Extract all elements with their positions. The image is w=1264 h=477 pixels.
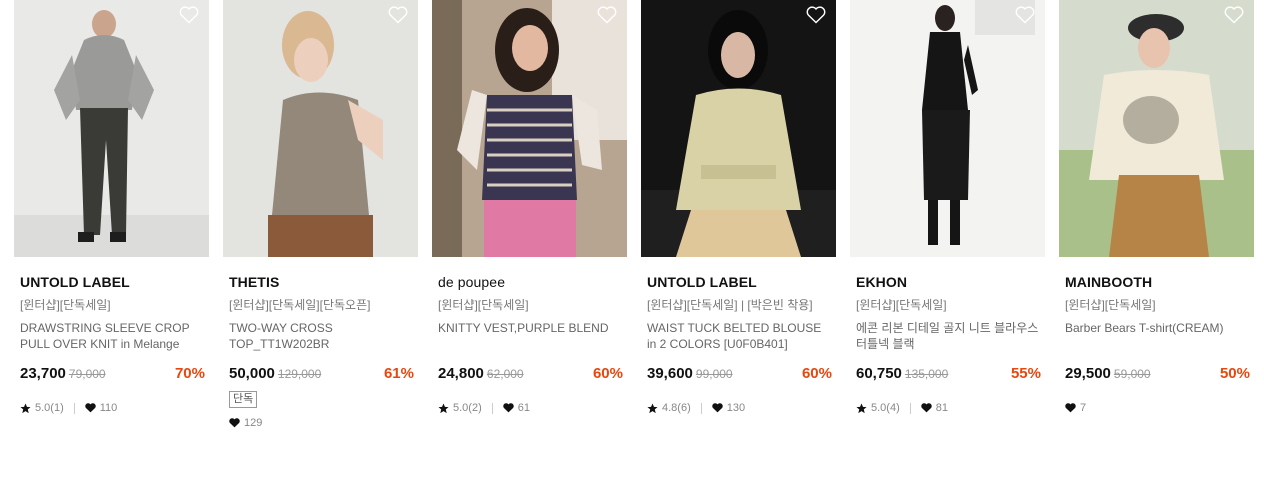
original-price: 79,000 bbox=[68, 367, 106, 381]
product-image[interactable] bbox=[223, 0, 418, 257]
sale-price: 29,500 bbox=[1065, 365, 1111, 382]
wishlist-heart-icon[interactable] bbox=[1015, 6, 1035, 24]
product-name[interactable]: 에콘 리본 디테일 골지 니트 블라우스 터틀넥 블랙 bbox=[850, 320, 1045, 352]
heart-filled-icon bbox=[503, 403, 514, 413]
wishlist-heart-icon[interactable] bbox=[1224, 6, 1244, 24]
product-image[interactable] bbox=[1059, 0, 1254, 257]
product-name[interactable]: Barber Bears T-shirt(CREAM) bbox=[1059, 320, 1254, 352]
like-count: 81 bbox=[935, 402, 948, 414]
discount-rate: 70% bbox=[174, 365, 205, 382]
brand-name[interactable]: EKHON bbox=[850, 273, 1045, 291]
product-card[interactable]: UNTOLD LABEL [윈터샵][단독세일] DRAWSTRING SLEE… bbox=[14, 0, 209, 415]
wishlist-heart-icon[interactable] bbox=[179, 6, 199, 24]
star-icon bbox=[20, 402, 31, 413]
wishlist-heart-icon[interactable] bbox=[597, 6, 617, 24]
heart-filled-icon bbox=[85, 403, 96, 413]
discount-rate: 55% bbox=[1010, 365, 1041, 382]
brand-name[interactable]: MAINBOOTH bbox=[1059, 273, 1254, 291]
product-name[interactable]: KNITTY VEST,PURPLE BLEND bbox=[432, 320, 627, 352]
price-row: 39,600 99,000 60% bbox=[641, 365, 836, 385]
sale-price: 60,750 bbox=[856, 365, 902, 382]
sale-price: 50,000 bbox=[229, 365, 275, 382]
product-name[interactable]: TWO-WAY CROSS TOP_TT1W202BR bbox=[223, 320, 418, 352]
product-meta: 5.0(2) 61 bbox=[432, 401, 627, 415]
brand-name[interactable]: UNTOLD LABEL bbox=[641, 273, 836, 291]
product-name[interactable]: DRAWSTRING SLEEVE CROP PULL OVER KNIT in… bbox=[14, 320, 209, 352]
divider bbox=[73, 402, 75, 414]
product-tags: [윈터샵][단독세일][단독오픈] bbox=[229, 298, 371, 312]
product-card[interactable]: UNTOLD LABEL [윈터샵][단독세일] | [박은빈 착용] WAIS… bbox=[641, 0, 836, 415]
divider bbox=[700, 402, 702, 414]
sale-price: 24,800 bbox=[438, 365, 484, 382]
original-price: 135,000 bbox=[904, 367, 949, 381]
product-tags: [윈터샵][단독세일] | [박은빈 착용] bbox=[647, 298, 813, 312]
brand-name[interactable]: THETIS bbox=[223, 273, 418, 291]
product-tags: [윈터샵][단독세일] bbox=[438, 298, 529, 312]
like-count: 130 bbox=[726, 402, 746, 414]
rating: 5.0(1) bbox=[35, 402, 64, 414]
like-count: 129 bbox=[244, 417, 263, 429]
like-count: 110 bbox=[99, 402, 118, 414]
product-meta: 129 bbox=[223, 416, 418, 430]
like-count: 61 bbox=[517, 402, 530, 414]
sale-price: 39,600 bbox=[647, 365, 693, 382]
product-card[interactable]: de poupee [윈터샵][단독세일] KNITTY VEST,PURPLE… bbox=[432, 0, 627, 415]
wishlist-heart-icon[interactable] bbox=[806, 6, 826, 24]
product-card[interactable]: MAINBOOTH [윈터샵][단독세일] Barber Bears T-shi… bbox=[1059, 0, 1254, 415]
brand-name[interactable]: de poupee bbox=[432, 273, 627, 291]
heart-filled-icon bbox=[712, 403, 723, 413]
product-meta: 7 bbox=[1059, 401, 1254, 415]
product-card[interactable]: THETIS [윈터샵][단독세일][단독오픈] TWO-WAY CROSS T… bbox=[223, 0, 418, 430]
price-row: 60,750 135,000 55% bbox=[850, 365, 1045, 385]
product-grid: UNTOLD LABEL [윈터샵][단독세일] DRAWSTRING SLEE… bbox=[0, 0, 1264, 477]
product-image[interactable] bbox=[14, 0, 209, 257]
price-row: 23,700 79,000 70% bbox=[14, 365, 209, 385]
product-meta: 5.0(1) 110 bbox=[14, 401, 209, 415]
brand-name[interactable]: UNTOLD LABEL bbox=[14, 273, 209, 291]
rating: 4.8(6) bbox=[662, 402, 691, 414]
sale-price: 23,700 bbox=[20, 365, 66, 382]
product-meta: 5.0(4) 81 bbox=[850, 401, 1045, 415]
star-icon bbox=[647, 402, 658, 413]
rating: 5.0(4) bbox=[871, 402, 900, 414]
price-row: 29,500 59,000 50% bbox=[1059, 365, 1254, 385]
like-count: 7 bbox=[1080, 402, 1087, 414]
wishlist-heart-icon[interactable] bbox=[388, 6, 408, 24]
product-card[interactable]: EKHON [윈터샵][단독세일] 에콘 리본 디테일 골지 니트 블라우스 터… bbox=[850, 0, 1045, 415]
star-icon bbox=[438, 402, 449, 413]
product-tags: [윈터샵][단독세일] bbox=[20, 298, 111, 312]
star-icon bbox=[856, 402, 867, 413]
heart-filled-icon bbox=[1065, 403, 1076, 413]
product-tags: [윈터샵][단독세일] bbox=[856, 298, 947, 312]
discount-rate: 61% bbox=[383, 365, 414, 382]
product-name[interactable]: WAIST TUCK BELTED BLOUSE in 2 COLORS [U0… bbox=[641, 320, 836, 352]
original-price: 99,000 bbox=[695, 367, 733, 381]
product-image[interactable] bbox=[641, 0, 836, 257]
divider bbox=[909, 402, 911, 414]
price-row: 50,000 129,000 61% bbox=[223, 365, 418, 385]
discount-rate: 50% bbox=[1219, 365, 1250, 382]
original-price: 62,000 bbox=[486, 367, 524, 381]
original-price: 129,000 bbox=[277, 367, 322, 381]
product-image[interactable] bbox=[850, 0, 1045, 257]
product-tags: [윈터샵][단독세일] bbox=[1065, 298, 1156, 312]
price-row: 24,800 62,000 60% bbox=[432, 365, 627, 385]
product-image[interactable] bbox=[432, 0, 627, 257]
discount-rate: 60% bbox=[592, 365, 623, 382]
divider bbox=[491, 402, 493, 414]
product-meta: 4.8(6) 130 bbox=[641, 401, 836, 415]
discount-rate: 60% bbox=[801, 365, 832, 382]
heart-filled-icon bbox=[921, 403, 932, 413]
rating: 5.0(2) bbox=[453, 402, 482, 414]
original-price: 59,000 bbox=[1113, 367, 1151, 381]
heart-filled-icon bbox=[229, 418, 240, 428]
exclusive-badge: 단독 bbox=[229, 391, 258, 408]
